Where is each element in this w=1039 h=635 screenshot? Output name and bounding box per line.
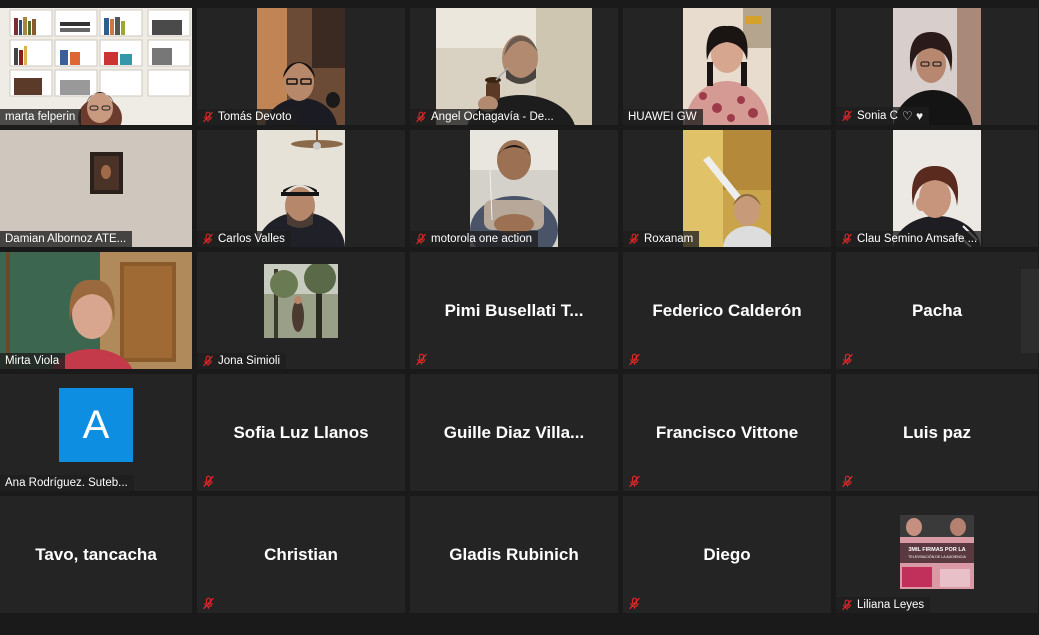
participant-name: Tomás Devoto xyxy=(218,111,292,123)
mic-muted-icon xyxy=(202,233,214,245)
video-feed xyxy=(0,130,192,247)
participant-name: Sofia Luz Llanos xyxy=(233,422,369,442)
mic-muted-icon xyxy=(415,233,427,245)
participant-name: marta felperin xyxy=(5,111,76,123)
participant-name-label: Angel Ochagavía - De... xyxy=(410,109,560,125)
video-feed xyxy=(470,130,558,247)
mic-muted-icon xyxy=(628,597,641,610)
mic-muted-icon xyxy=(202,597,215,610)
profile-picture: 3MIL FIRMAS POR LA TELEVISACIÓN DE LA AU… xyxy=(900,515,974,590)
mic-muted-icon xyxy=(628,475,641,488)
video-feed xyxy=(683,8,771,125)
participant-tile[interactable]: Tavo, tancacha xyxy=(0,496,192,613)
mic-muted-icon xyxy=(202,111,214,123)
video-feed xyxy=(683,130,771,247)
participant-tile[interactable]: Sofia Luz Llanos xyxy=(197,374,405,491)
participant-name-label: Jona Simioli xyxy=(197,353,286,369)
participant-name-label: Clau Semino Amsafe ... xyxy=(836,231,984,247)
video-tile[interactable]: Carlos Valles xyxy=(197,130,405,247)
participant-name: Angel Ochagavía - De... xyxy=(431,111,554,123)
video-tile[interactable]: Mirta Viola xyxy=(0,252,192,369)
participant-tile[interactable]: Francisco Vittone xyxy=(623,374,831,491)
participant-name-label: HUAWEI GW xyxy=(623,109,703,125)
mic-muted-icon xyxy=(415,111,427,123)
participant-name: Luis paz xyxy=(902,422,971,442)
video-tile[interactable]: Jona Simioli xyxy=(197,252,405,369)
mic-muted-icon xyxy=(202,475,215,488)
video-feed xyxy=(0,252,192,369)
video-tile[interactable]: HUAWEI GW xyxy=(623,8,831,125)
participant-name-label: Damian Albornoz ATE... xyxy=(0,231,133,247)
svg-text:3MIL FIRMAS POR LA: 3MIL FIRMAS POR LA xyxy=(908,547,965,553)
participant-name: Diego xyxy=(703,544,751,564)
video-tile[interactable]: Tomás Devoto xyxy=(197,8,405,125)
mic-muted-icon xyxy=(841,233,853,245)
participant-name: Francisco Vittone xyxy=(655,422,799,442)
participant-name: Sonia C xyxy=(857,110,898,122)
participant-name: Damian Albornoz ATE... xyxy=(5,233,127,245)
participant-name: Jona Simioli xyxy=(218,355,280,367)
video-feed: A xyxy=(436,8,592,125)
participant-name-label: Mirta Viola xyxy=(0,353,66,369)
participant-name-label: marta felperin xyxy=(0,109,82,125)
participant-name: Clau Semino Amsafe ... xyxy=(857,233,978,245)
video-feed xyxy=(257,130,345,247)
participant-name-label: Carlos Valles xyxy=(197,231,291,247)
avatar: A xyxy=(59,388,133,463)
participant-name: Gladis Rubinich xyxy=(449,544,579,564)
video-tile[interactable]: motorola one action xyxy=(410,130,618,247)
participant-name-label: Tomás Devoto xyxy=(197,109,298,125)
video-tile[interactable]: Roxanam xyxy=(623,130,831,247)
participant-tile[interactable]: Gladis Rubinich xyxy=(410,496,618,613)
participant-name: Liliana Leyes xyxy=(857,599,925,611)
video-tile[interactable]: marta felperin xyxy=(0,8,192,125)
video-tile[interactable]: A Angel Ochagavía - De... xyxy=(410,8,618,125)
video-tile[interactable]: Sonia C ♡ ♥ xyxy=(836,8,1038,125)
participant-tile[interactable]: Luis paz xyxy=(836,374,1038,491)
mic-muted-icon xyxy=(415,353,428,366)
mic-muted-icon xyxy=(841,475,854,488)
participant-name: motorola one action xyxy=(431,233,533,245)
participant-tile[interactable]: A Ana Rodríguez. Suteb... xyxy=(0,374,192,491)
participant-tile[interactable]: Guille Diaz Villa... xyxy=(410,374,618,491)
next-page-scroll-handle[interactable] xyxy=(1021,269,1039,353)
mic-muted-icon xyxy=(841,599,853,611)
participant-name-label: Roxanam xyxy=(623,231,700,247)
participant-name-label: Ana Rodríguez. Suteb... xyxy=(0,475,134,491)
participant-name: Pacha xyxy=(911,300,963,320)
participant-name-label: Liliana Leyes xyxy=(836,597,931,613)
participant-name: Pimi Busellati T... xyxy=(444,300,584,320)
participant-name: Mirta Viola xyxy=(5,355,60,367)
participant-tile[interactable]: Christian xyxy=(197,496,405,613)
mic-muted-icon xyxy=(628,233,640,245)
mic-muted-icon xyxy=(841,110,853,122)
mic-muted-icon xyxy=(628,353,641,366)
video-feed xyxy=(257,8,345,125)
mic-muted-icon xyxy=(841,353,854,366)
participant-name: Guille Diaz Villa... xyxy=(443,422,585,442)
participant-tile[interactable]: Pacha xyxy=(836,252,1038,369)
video-tile[interactable]: 3MIL FIRMAS POR LA TELEVISACIÓN DE LA AU… xyxy=(836,496,1038,613)
participant-name: Christian xyxy=(264,544,338,564)
participant-tile[interactable]: Pimi Busellati T... xyxy=(410,252,618,369)
video-tile[interactable]: Damian Albornoz ATE... xyxy=(0,130,192,247)
svg-text:TELEVISACIÓN DE LA AUDIENCIA: TELEVISACIÓN DE LA AUDIENCIA xyxy=(908,554,966,559)
participant-name-label: Sonia C ♡ ♥ xyxy=(836,107,930,125)
participant-name: Tavo, tancacha xyxy=(35,544,157,564)
participant-tile[interactable]: Diego xyxy=(623,496,831,613)
participant-name: Roxanam xyxy=(644,233,694,245)
participant-name: Federico Calderón xyxy=(652,300,802,320)
video-feed xyxy=(893,130,981,247)
participant-name-label: motorola one action xyxy=(410,231,539,247)
heart-emoji-icon: ♡ ♥ xyxy=(901,109,924,123)
video-tile[interactable]: Clau Semino Amsafe ... xyxy=(836,130,1038,247)
mic-muted-icon xyxy=(202,355,214,367)
video-feed xyxy=(0,8,192,125)
participant-name: Ana Rodríguez. Suteb... xyxy=(5,477,128,489)
participant-name: Carlos Valles xyxy=(218,233,285,245)
profile-picture xyxy=(264,264,338,339)
gallery-grid: marta felperin Tomás Devoto Angel Ochaga… xyxy=(0,8,1038,613)
participant-name: HUAWEI GW xyxy=(628,111,697,123)
participant-tile[interactable]: Federico Calderón xyxy=(623,252,831,369)
